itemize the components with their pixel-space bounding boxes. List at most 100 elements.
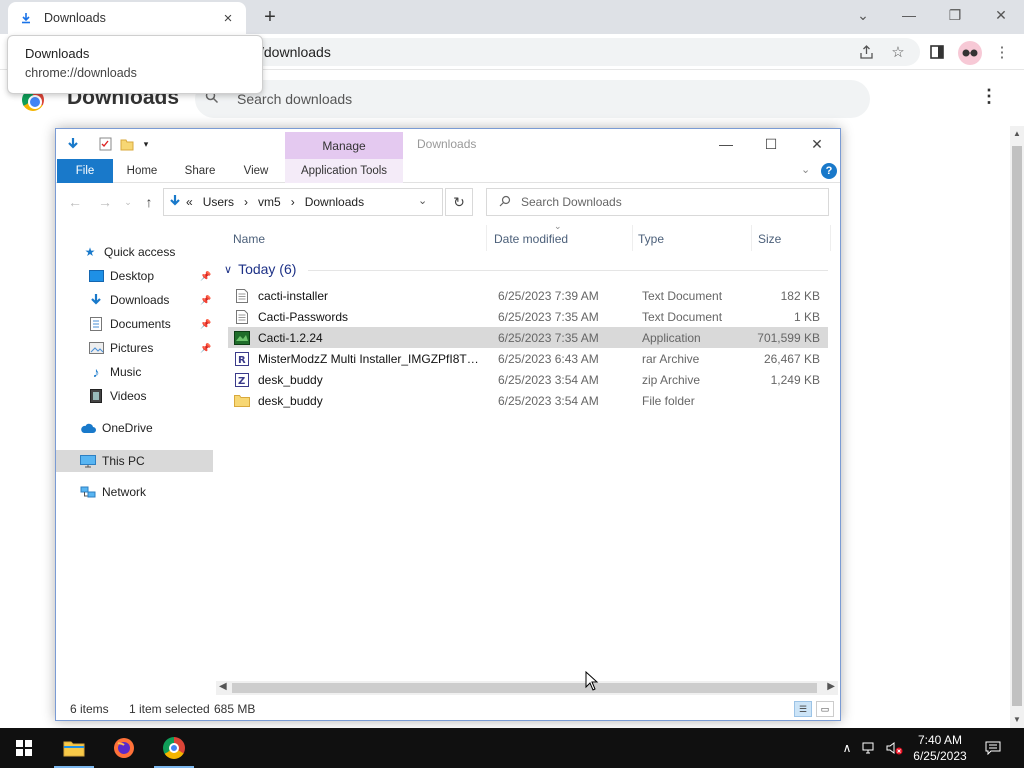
nav-documents[interactable]: Documents 📌 xyxy=(56,313,213,335)
start-windows-icon[interactable] xyxy=(0,728,48,768)
downloads-search[interactable]: Search downloads xyxy=(195,80,870,118)
tab-close-icon[interactable]: × xyxy=(220,10,236,27)
explorer-minimize-icon[interactable]: — xyxy=(711,133,741,155)
scroll-left-icon[interactable]: ◀ xyxy=(219,681,227,692)
page-scrollbar[interactable]: ▲ ▼ xyxy=(1010,126,1024,728)
chrome-menu-icon[interactable]: ⋮ xyxy=(992,42,1012,62)
sort-indicator-icon: ⌄ xyxy=(554,221,562,231)
restore-icon[interactable]: ❐ xyxy=(932,0,978,30)
show-hidden-icons-icon[interactable]: ∧ xyxy=(838,739,856,757)
column-header-type[interactable]: Type xyxy=(638,232,664,246)
horizontal-scroll-thumb[interactable] xyxy=(232,683,817,693)
horizontal-scrollbar[interactable]: ◀ ▶ xyxy=(216,681,838,695)
tab-home[interactable]: Home xyxy=(122,159,162,183)
address-prefix[interactable]: « xyxy=(186,195,193,209)
up-arrow-icon[interactable]: ↑ xyxy=(140,193,158,211)
help-icon[interactable]: ? xyxy=(821,163,837,179)
explorer-address-bar[interactable]: « Users › vm5 › Downloads xyxy=(163,188,443,216)
file-type: rar Archive xyxy=(642,351,700,366)
breadcrumb-users[interactable]: Users xyxy=(203,195,234,209)
explorer-maximize-icon[interactable]: ☐ xyxy=(756,133,786,155)
bookmark-star-icon[interactable]: ☆ xyxy=(888,42,908,62)
file-row[interactable]: desk_buddy 6/25/2023 3:54 AM File folder xyxy=(228,390,828,411)
manage-tab-header[interactable]: Manage xyxy=(285,132,403,160)
side-panel-icon[interactable] xyxy=(927,42,947,62)
nav-network[interactable]: Network xyxy=(56,481,213,503)
tab-file[interactable]: File xyxy=(57,159,113,183)
column-divider[interactable] xyxy=(632,225,633,251)
notifications-icon[interactable] xyxy=(984,739,1002,757)
rar-archive-icon: R xyxy=(234,351,250,367)
nav-videos[interactable]: Videos xyxy=(56,385,213,407)
nav-desktop[interactable]: Desktop 📌 xyxy=(56,265,213,287)
nav-pictures[interactable]: Pictures 📌 xyxy=(56,337,213,359)
status-bar: 6 items 1 item selected 685 MB ☰ ▭ xyxy=(56,699,840,720)
address-dropdown-icon[interactable]: ⌄ xyxy=(418,194,427,207)
refresh-icon[interactable]: ↻ xyxy=(445,188,473,216)
scroll-up-icon[interactable]: ▲ xyxy=(1013,129,1021,138)
more-actions-icon[interactable]: ⋮ xyxy=(980,86,998,107)
pin-icon: 📌 xyxy=(200,270,212,281)
desktop-icon xyxy=(88,269,104,283)
nav-music[interactable]: ♪ Music xyxy=(56,361,213,383)
scroll-thumb[interactable] xyxy=(1012,146,1022,706)
text-file-icon xyxy=(234,309,250,325)
nav-label: Pictures xyxy=(110,341,154,355)
column-header-size[interactable]: Size xyxy=(758,232,781,246)
nav-downloads[interactable]: Downloads 📌 xyxy=(56,289,213,311)
tab-downloads[interactable]: Downloads × xyxy=(8,2,246,34)
videos-icon xyxy=(88,389,104,403)
file-type: Text Document xyxy=(642,288,723,303)
nav-onedrive[interactable]: OneDrive xyxy=(56,417,213,439)
minimize-icon[interactable]: — xyxy=(886,0,932,30)
file-row[interactable]: cacti-installer 6/25/2023 7:39 AM Text D… xyxy=(228,285,828,306)
nav-quick-access[interactable]: ★ Quick access xyxy=(56,241,213,263)
scroll-down-icon[interactable]: ▼ xyxy=(1013,715,1021,724)
profile-avatar[interactable] xyxy=(958,41,982,65)
recent-locations-icon[interactable]: ⌄ xyxy=(119,193,137,211)
group-header-today[interactable]: ∨ Today (6) xyxy=(224,261,296,277)
new-tab-button[interactable]: + xyxy=(258,5,282,29)
back-arrow-icon[interactable]: ← xyxy=(66,193,84,211)
forward-arrow-icon[interactable]: → xyxy=(96,193,114,211)
file-explorer-taskbar-icon[interactable] xyxy=(50,728,98,768)
share-icon[interactable] xyxy=(856,42,876,62)
system-clock[interactable]: 7:40 AM 6/25/2023 xyxy=(905,732,975,764)
file-row-selected[interactable]: Cacti-1.2.24 6/25/2023 7:35 AM Applicati… xyxy=(228,327,828,348)
nav-label: Quick access xyxy=(104,245,176,259)
column-divider[interactable] xyxy=(830,225,831,251)
column-header-date[interactable]: Date modified xyxy=(494,232,568,246)
collapse-chevron-icon[interactable]: ∨ xyxy=(224,263,232,276)
column-divider[interactable] xyxy=(751,225,752,251)
file-row[interactable]: Cacti-Passwords 6/25/2023 7:35 AM Text D… xyxy=(228,306,828,327)
column-divider[interactable] xyxy=(486,225,487,251)
breadcrumb-vm5[interactable]: vm5 xyxy=(258,195,281,209)
large-icons-view-icon[interactable]: ▭ xyxy=(816,701,834,717)
chrome-taskbar-icon[interactable] xyxy=(150,728,198,768)
file-date: 6/25/2023 3:54 AM xyxy=(498,372,599,387)
file-date: 6/25/2023 7:35 AM xyxy=(498,309,599,324)
explorer-close-icon[interactable]: ✕ xyxy=(802,133,832,155)
column-header-name[interactable]: Name xyxy=(233,232,265,246)
firefox-icon[interactable] xyxy=(100,728,148,768)
properties-icon[interactable] xyxy=(96,136,114,152)
nav-this-pc[interactable]: This PC xyxy=(56,450,213,472)
tab-view[interactable]: View xyxy=(236,159,276,183)
tab-share[interactable]: Share xyxy=(180,159,220,183)
nav-label: Desktop xyxy=(110,269,155,283)
network-icon xyxy=(80,485,96,499)
volume-muted-icon[interactable] xyxy=(886,739,904,757)
scroll-right-icon[interactable]: ▶ xyxy=(827,681,835,692)
explorer-search-box[interactable]: Search Downloads xyxy=(486,188,829,216)
breadcrumb-downloads[interactable]: Downloads xyxy=(305,195,364,209)
file-row[interactable]: R MisterModzZ Multi Installer_IMGZPfI8TC… xyxy=(228,348,828,369)
customize-toolbar-icon[interactable]: ▾ xyxy=(137,136,155,152)
details-view-icon[interactable]: ☰ xyxy=(794,701,812,717)
close-icon[interactable]: ✕ xyxy=(978,0,1024,30)
expand-ribbon-icon[interactable]: ⌄ xyxy=(801,163,810,176)
tab-search-icon[interactable]: ⌄ xyxy=(840,0,886,30)
new-folder-icon[interactable] xyxy=(118,136,136,152)
file-row[interactable]: Z desk_buddy 6/25/2023 3:54 AM zip Archi… xyxy=(228,369,828,390)
tab-application-tools[interactable]: Application Tools xyxy=(285,159,403,183)
network-status-icon[interactable] xyxy=(861,739,879,757)
